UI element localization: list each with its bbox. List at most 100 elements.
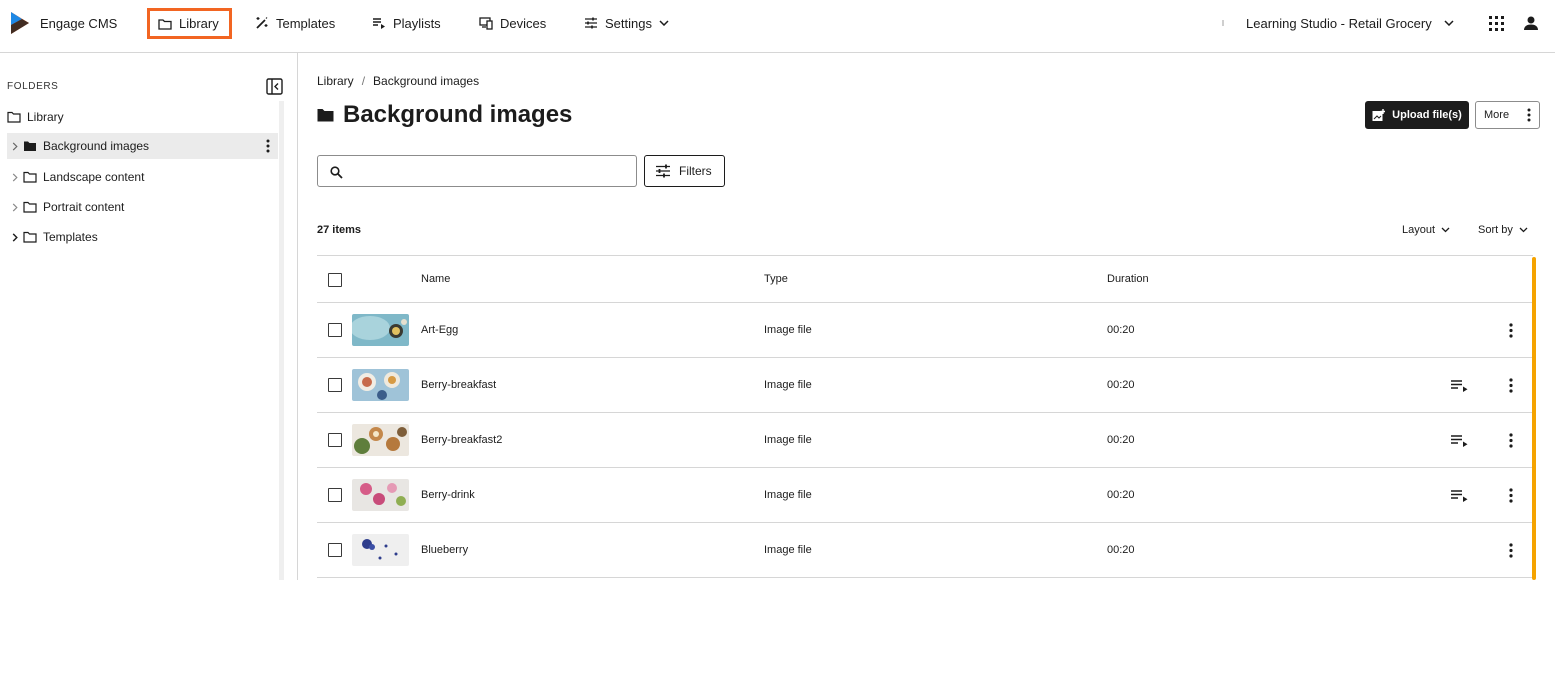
row-checkbox[interactable] [328,488,342,502]
chevron-down-icon [1441,227,1450,233]
column-header-name[interactable]: Name [421,273,450,285]
nav-settings-label: Settings [605,15,652,31]
row-type: Image file [764,544,812,556]
row-checkbox[interactable] [328,433,342,447]
upload-files-label: Upload file(s) [1392,109,1462,121]
more-vertical-icon[interactable] [266,139,270,153]
folder-icon [23,231,37,243]
thumbnail-image [352,369,409,401]
row-type: Image file [764,489,812,501]
sidebar-item-label: Portrait content [43,200,125,214]
row-type: Image file [764,324,812,336]
search-field[interactable] [317,155,637,187]
sidebar-item-templates[interactable]: Templates [7,224,278,250]
chevron-right-icon[interactable] [7,232,23,242]
magic-wand-icon [256,17,268,29]
column-header-type[interactable]: Type [764,273,788,285]
row-name[interactable]: Berry-drink [421,489,475,501]
nav-settings[interactable]: Settings [584,8,669,38]
sort-label: Sort by [1478,224,1513,236]
upload-files-button[interactable]: Upload file(s) [1365,101,1469,129]
row-duration: 00:20 [1107,434,1135,446]
row-name[interactable]: Blueberry [421,544,468,556]
select-all-checkbox[interactable] [328,273,342,287]
row-type: Image file [764,434,812,446]
sidebar-item-background-images[interactable]: Background images [7,133,278,159]
nav-templates[interactable]: Templates [255,8,335,38]
brand-name: Engage CMS [40,15,118,31]
in-playlist-icon[interactable] [1451,435,1468,447]
breadcrumb-library[interactable]: Library [317,74,354,88]
table-row[interactable]: Berry-drink Image file 00:20 [317,468,1533,523]
collapse-sidebar-icon[interactable] [266,78,283,95]
thumbnail-image [352,424,409,456]
folder-filled-icon [24,141,36,151]
apps-grid-icon[interactable] [1489,16,1504,31]
filters-label: Filters [679,164,712,178]
column-header-duration[interactable]: Duration [1107,273,1149,285]
user-avatar-icon[interactable] [1523,15,1539,31]
nav-library[interactable]: Library [147,8,232,39]
more-button[interactable]: More [1475,101,1540,129]
nav-devices[interactable]: Devices [479,8,546,38]
table-row[interactable]: Blueberry Image file 00:20 [317,523,1533,578]
search-input[interactable] [352,160,632,182]
row-duration: 00:20 [1107,324,1135,336]
sliders-icon [585,17,597,29]
brand[interactable]: Engage CMS [10,8,117,38]
chevron-down-icon [1519,227,1528,233]
sidebar-item-portrait-content[interactable]: Portrait content [7,194,278,220]
playlist-icon [373,18,385,29]
row-name[interactable]: Art-Egg [421,324,458,336]
sidebar-item-label: Templates [43,230,98,244]
layout-dropdown[interactable]: Layout [1402,224,1450,236]
filters-button[interactable]: Filters [644,155,725,187]
nav-templates-label: Templates [276,15,336,31]
layout-label: Layout [1402,224,1436,236]
row-name[interactable]: Berry-breakfast [421,379,496,391]
folder-icon [23,201,37,213]
chevron-right-icon[interactable] [7,202,23,212]
more-label: More [1484,109,1510,121]
row-duration: 00:20 [1107,489,1135,501]
chevron-right-icon[interactable] [7,172,23,182]
more-vertical-icon[interactable] [1509,543,1513,558]
items-count: 27 items [317,224,362,236]
page-title-text: Background images [343,101,573,128]
row-checkbox[interactable] [328,323,342,337]
more-vertical-icon[interactable] [1509,378,1513,393]
table-scrollbar[interactable] [1532,257,1536,580]
table-row[interactable]: Berry-breakfast Image file 00:20 [317,358,1533,413]
sidebar-scrollbar[interactable] [279,101,284,580]
devices-icon [479,17,493,30]
table-row[interactable]: Berry-breakfast2 Image file 00:20 [317,413,1533,468]
row-checkbox[interactable] [328,543,342,557]
more-vertical-icon[interactable] [1509,433,1513,448]
search-icon [330,166,343,179]
row-checkbox[interactable] [328,378,342,392]
sidebar-item-library[interactable]: Library [7,104,278,130]
workspace-selector[interactable]: Learning Studio - Retail Grocery [1222,8,1454,38]
engage-logo-icon [11,12,29,34]
more-vertical-icon [1527,108,1531,122]
nav-playlists[interactable]: Playlists [372,8,441,38]
nav-playlists-label: Playlists [393,15,441,31]
table-row[interactable]: Art-Egg Image file 00:20 [317,303,1533,358]
row-duration: 00:20 [1107,544,1135,556]
sort-dropdown[interactable]: Sort by [1478,224,1528,236]
breadcrumb-current: Background images [373,74,480,88]
more-vertical-icon[interactable] [1509,323,1513,338]
sidebar-item-landscape-content[interactable]: Landscape content [7,164,278,190]
more-vertical-icon[interactable] [1509,488,1513,503]
in-playlist-icon[interactable] [1451,380,1468,392]
workspace-name: Learning Studio - Retail Grocery [1246,15,1432,31]
row-name[interactable]: Berry-breakfast2 [421,434,502,446]
folder-icon [158,18,172,30]
breadcrumb: Library / Background images [317,74,479,88]
chevron-down-icon [659,20,669,26]
thumbnail-image [352,534,409,566]
chevron-down-icon [1444,20,1454,26]
in-playlist-icon[interactable] [1451,490,1468,502]
folders-title: FOLDERS [7,81,59,92]
chevron-right-icon[interactable] [7,141,23,151]
